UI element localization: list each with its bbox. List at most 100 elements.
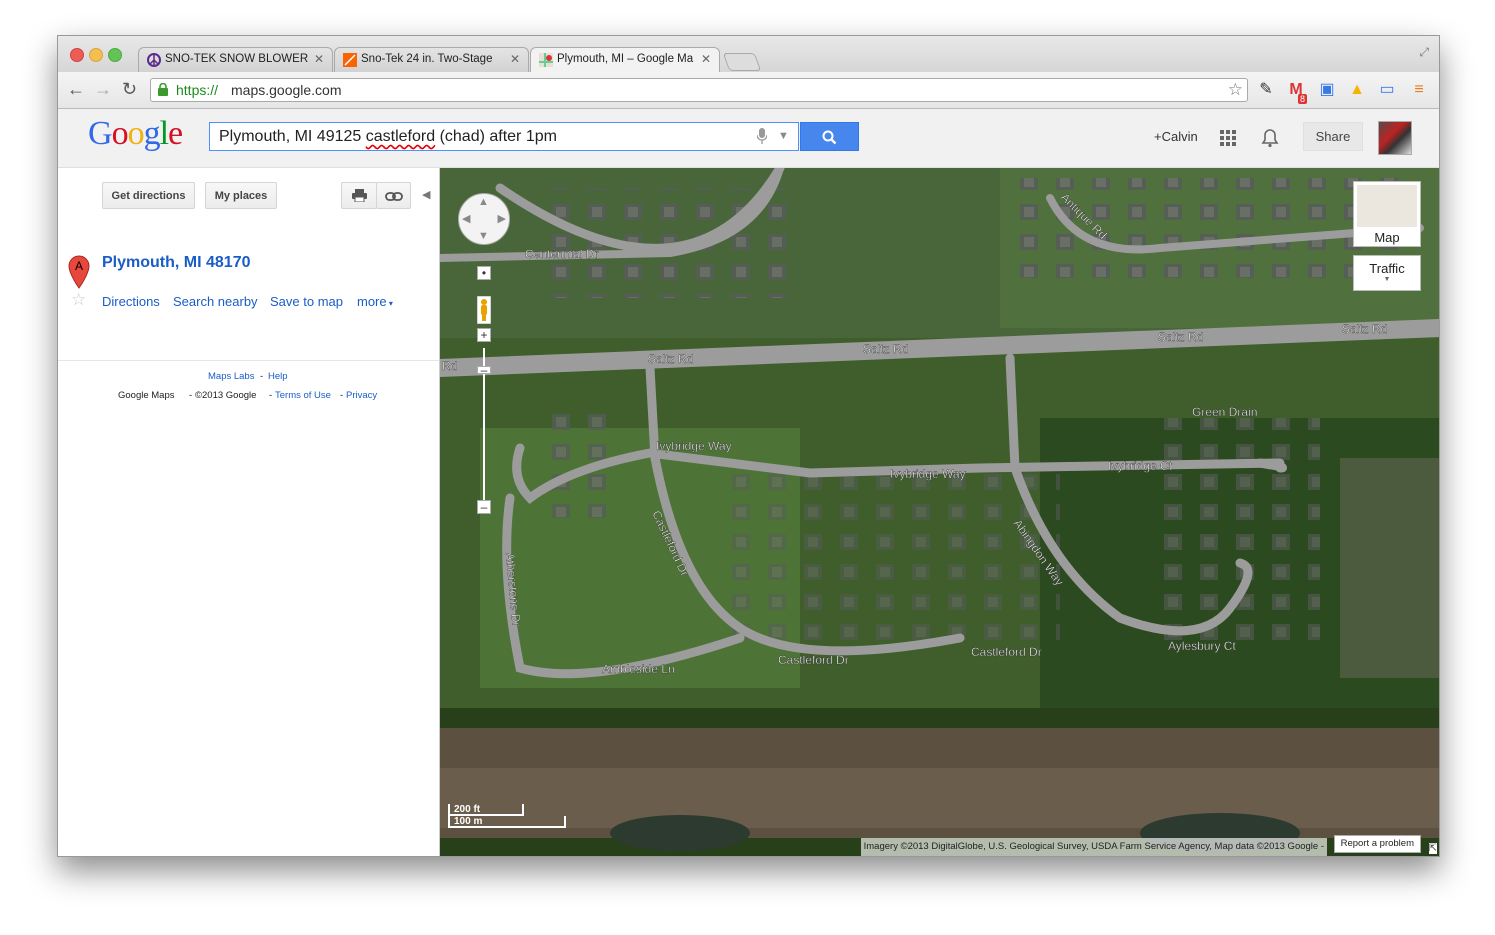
search-text-misspelled: castleford	[365, 128, 436, 145]
link-button[interactable]	[376, 182, 411, 209]
calendar-icon[interactable]: ▣	[1317, 80, 1337, 100]
footer-copyright: ©2013 Google	[195, 390, 257, 401]
collapse-panel-icon[interactable]: ◀	[422, 188, 430, 201]
pan-control[interactable]: ▲ ▼ ◀ ▶	[458, 193, 510, 245]
tab-close-icon[interactable]: ✕	[701, 52, 711, 66]
fullscreen-icon[interactable]: ⤢	[1419, 45, 1429, 60]
peace-icon	[147, 53, 161, 67]
tab-close-icon[interactable]: ✕	[314, 52, 324, 66]
road-label: Saltz Rd	[1158, 330, 1203, 344]
zoom-in-button[interactable]: +	[477, 328, 491, 342]
traffic-button[interactable]: Traffic ▼	[1353, 255, 1421, 291]
road-label: Green Drain	[1192, 405, 1257, 419]
avatar[interactable]	[1378, 121, 1412, 155]
road-label: Saltz Rd	[863, 342, 908, 356]
road-label: Ivybridge Way	[890, 467, 966, 481]
zoom-out-button[interactable]: –	[477, 500, 491, 514]
pan-down-icon[interactable]: ▼	[478, 230, 489, 242]
help-link[interactable]: Help	[268, 371, 288, 382]
road-label: Aylesbury Ct	[1168, 639, 1236, 653]
map-attribution: Imagery ©2013 DigitalGlobe, U.S. Geologi…	[860, 838, 1327, 856]
save-star-icon[interactable]: ☆	[71, 290, 86, 310]
back-icon[interactable]: ←	[67, 79, 85, 100]
report-problem-link[interactable]: Report a problem	[1333, 835, 1421, 853]
pan-right-icon[interactable]: ▶	[498, 212, 506, 225]
road-label: Rd	[442, 359, 457, 373]
resize-corner-icon[interactable]: ⇱	[1428, 843, 1437, 854]
eyedropper-icon[interactable]: ✎	[1256, 80, 1276, 100]
pegman-icon[interactable]	[477, 296, 491, 324]
left-panel: Get directions My places ◀ A Plymouth, M…	[58, 168, 440, 856]
road-label: Saltz Rd	[1342, 322, 1387, 336]
terms-link[interactable]: Terms of Use	[275, 390, 331, 401]
cast-icon[interactable]: ▭	[1377, 80, 1397, 100]
road-label: Castleford Dr	[971, 645, 1042, 659]
apps-grid-icon[interactable]	[1220, 130, 1236, 146]
address-bar[interactable]: https:// maps.google.com ☆	[150, 78, 1248, 102]
satellite-map[interactable]: Centennial Dr Antique Rd Saltz Rd Saltz …	[440, 168, 1439, 856]
notifications-bell-icon[interactable]	[1261, 128, 1279, 148]
footer-separator: -	[269, 390, 273, 401]
search-input[interactable]: Plymouth, MI 49125 castleford (chad) aft…	[209, 122, 799, 151]
road-label: Saltz Rd	[648, 352, 693, 366]
forward-icon[interactable]: →	[94, 79, 112, 100]
place-title[interactable]: Plymouth, MI 48170	[102, 254, 251, 272]
home-depot-icon	[343, 53, 357, 67]
more-link[interactable]: more ▾	[357, 294, 393, 309]
get-directions-button[interactable]: Get directions	[102, 182, 195, 209]
map-type-button[interactable]: Map	[1353, 181, 1421, 247]
maps-labs-link[interactable]: Maps Labs	[208, 371, 254, 382]
footer-separator: -	[260, 371, 264, 382]
map-thumbnail	[1357, 185, 1417, 227]
map-scale: 200 ft 100 m	[448, 804, 566, 828]
bookmark-star-icon[interactable]: ☆	[1228, 79, 1243, 101]
tab-strip: SNO-TEK SNOW BLOWER ✕ Sno-Tek 24 in. Two…	[58, 36, 1439, 72]
road-label: Ambleside Ln	[602, 662, 675, 676]
road-label: Castleford Dr	[778, 653, 849, 667]
url-host: maps.google.com	[231, 82, 342, 98]
tab-sno-tek-snow-blower[interactable]: SNO-TEK SNOW BLOWER ✕	[138, 47, 333, 72]
google-logo[interactable]: Google	[88, 115, 183, 153]
chrome-menu-icon[interactable]: ≡	[1409, 80, 1429, 100]
pin-letter: A	[75, 259, 83, 273]
google-drive-icon[interactable]: ▲	[1347, 80, 1367, 100]
divider	[58, 360, 439, 361]
tab-sno-tek-two-stage[interactable]: Sno-Tek 24 in. Two-Stage ✕	[334, 47, 529, 72]
scale-ft: 200 ft	[448, 804, 524, 816]
browser-toolbar: ← → ↻ https:// maps.google.com ☆ ✎ M 8 ▣…	[58, 72, 1439, 109]
window-minimize-button[interactable]	[89, 48, 103, 62]
link-icon	[385, 192, 403, 201]
search-nearby-link[interactable]: Search nearby	[173, 294, 258, 309]
map-type-label: Map	[1374, 230, 1400, 245]
gmail-badge: 8	[1298, 94, 1308, 104]
search-icon	[822, 130, 837, 145]
window-zoom-button[interactable]	[108, 48, 122, 62]
scale-m: 100 m	[448, 816, 566, 828]
map-pin-icon[interactable]: A	[68, 255, 90, 289]
share-button[interactable]: Share	[1303, 122, 1363, 151]
privacy-link[interactable]: Privacy	[346, 390, 377, 401]
footer-google-maps: Google Maps	[118, 390, 175, 401]
print-button[interactable]	[341, 182, 377, 209]
pan-up-icon[interactable]: ▲	[478, 196, 489, 208]
my-places-button[interactable]: My places	[205, 182, 277, 209]
zoom-slider-handle[interactable]: –	[477, 364, 491, 376]
search-options-dropdown-icon[interactable]: ▼	[778, 123, 789, 150]
satellite-imagery: Centennial Dr Antique Rd Saltz Rd Saltz …	[440, 168, 1439, 856]
more-label: more	[357, 294, 387, 309]
directions-link[interactable]: Directions	[102, 294, 160, 309]
reload-icon[interactable]: ↻	[122, 79, 137, 100]
reset-view-button[interactable]: •	[477, 266, 491, 280]
road-label: Ivybridge Ct	[1108, 459, 1173, 473]
tab-google-maps[interactable]: Plymouth, MI – Google Ma ✕	[530, 47, 720, 72]
tab-close-icon[interactable]: ✕	[510, 52, 520, 66]
save-to-map-link[interactable]: Save to map	[270, 294, 343, 309]
pan-left-icon[interactable]: ◀	[462, 212, 470, 225]
new-tab-button[interactable]	[722, 53, 762, 71]
window-close-button[interactable]	[70, 48, 84, 62]
search-button[interactable]	[800, 122, 859, 151]
microphone-icon[interactable]	[757, 128, 767, 144]
user-profile-link[interactable]: +Calvin	[1154, 129, 1198, 144]
print-icon	[352, 189, 367, 202]
traffic-dropdown-icon: ▼	[1383, 276, 1391, 283]
